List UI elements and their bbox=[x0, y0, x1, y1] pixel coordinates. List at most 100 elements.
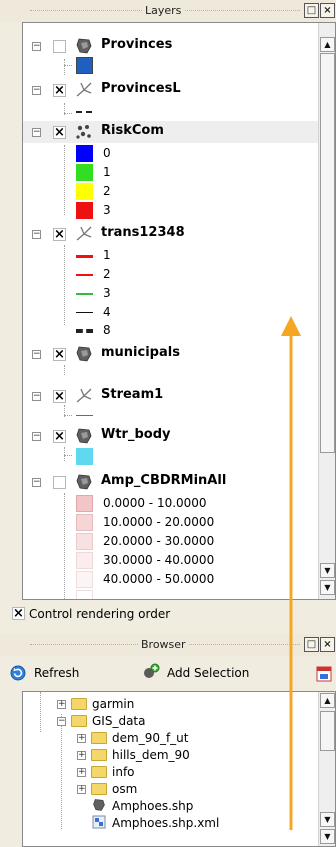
legend-label: 1 bbox=[103, 248, 111, 262]
tree-item-label: Amphoes.shp bbox=[112, 799, 194, 813]
riskcom-legend-swatch bbox=[76, 183, 93, 200]
layer-name: Wtr_body bbox=[101, 427, 171, 442]
collapse-icon[interactable]: − bbox=[32, 230, 41, 239]
control-rendering-order-label: Control rendering order bbox=[29, 607, 171, 621]
layer-visibility-checkbox[interactable]: × bbox=[53, 126, 66, 139]
browser-scrollbar[interactable]: ▲ ▼ ▼ bbox=[318, 692, 335, 846]
collapse-all-icon[interactable] bbox=[316, 666, 332, 682]
amp-legend-swatch bbox=[76, 552, 93, 569]
refresh-icon bbox=[10, 665, 26, 681]
folder-icon bbox=[91, 766, 107, 778]
amp-legend-swatch bbox=[76, 571, 93, 588]
scroll-down-icon[interactable]: ▼ bbox=[320, 563, 335, 578]
collapse-icon[interactable]: − bbox=[32, 478, 41, 487]
tree-item-label: hills_dem_90 bbox=[112, 748, 190, 762]
amp-legend-swatch bbox=[76, 533, 93, 550]
legend-label: 8 bbox=[103, 323, 111, 337]
scroll-thumb[interactable] bbox=[320, 53, 335, 453]
scroll-thumb[interactable] bbox=[320, 711, 335, 751]
control-rendering-order-checkbox[interactable]: × bbox=[12, 607, 25, 620]
close-button[interactable]: × bbox=[320, 637, 335, 652]
stream-legend-line bbox=[76, 415, 93, 416]
tree-item-label: garmin bbox=[92, 697, 135, 711]
line-layer-icon bbox=[76, 226, 92, 241]
line-layer-icon bbox=[76, 388, 92, 403]
expand-icon[interactable]: + bbox=[77, 768, 86, 777]
scroll-up-icon[interactable]: ▲ bbox=[320, 37, 335, 52]
layer-visibility-checkbox[interactable] bbox=[53, 40, 66, 53]
layers-scrollbar[interactable]: ▲ ▼ ▼ bbox=[318, 23, 335, 599]
folder-icon bbox=[71, 698, 87, 710]
expand-icon[interactable]: + bbox=[77, 785, 86, 794]
trans-legend-line bbox=[76, 329, 93, 333]
browser-titlebar[interactable]: Browser □ × bbox=[0, 634, 336, 656]
legend-label: 40.0000 - 50.0000 bbox=[103, 572, 215, 586]
trans-legend-line bbox=[76, 255, 93, 258]
layer-name: Amp_CBDRMinAll bbox=[101, 473, 227, 488]
provincesl-legend-line bbox=[76, 111, 92, 113]
provinces-legend-swatch bbox=[76, 57, 93, 74]
riskcom-legend-swatch bbox=[76, 145, 93, 162]
collapse-icon[interactable]: − bbox=[32, 432, 41, 441]
legend-label: 1 bbox=[103, 165, 111, 179]
layers-tree[interactable]: − Provinces − × ProvincesL − × RiskCom 0… bbox=[22, 22, 336, 600]
browser-toolbar: Refresh Add Selection bbox=[0, 658, 336, 688]
collapse-icon[interactable]: − bbox=[57, 717, 66, 726]
add-layer-icon bbox=[144, 663, 160, 678]
close-button[interactable]: × bbox=[320, 3, 335, 18]
layer-visibility-checkbox[interactable]: × bbox=[53, 430, 66, 443]
scroll-down-icon[interactable]: ▼ bbox=[320, 829, 335, 844]
expand-icon[interactable]: + bbox=[77, 734, 86, 743]
wtr-legend-swatch bbox=[76, 448, 93, 465]
layer-name: RiskCom bbox=[101, 123, 164, 138]
layer-row-riskcom[interactable]: − × RiskCom bbox=[23, 121, 319, 143]
legend-label: 0 bbox=[103, 146, 111, 160]
tree-item-label: osm bbox=[112, 782, 138, 796]
legend-label: 10.0000 - 20.0000 bbox=[103, 515, 215, 529]
scroll-down-icon[interactable]: ▼ bbox=[320, 580, 335, 595]
folder-icon bbox=[91, 749, 107, 761]
layer-visibility-checkbox[interactable]: × bbox=[53, 348, 66, 361]
layer-name: Provinces bbox=[101, 37, 173, 52]
folder-icon bbox=[91, 783, 107, 795]
collapse-icon[interactable]: − bbox=[32, 350, 41, 359]
browser-tree[interactable]: + garmin − GIS_data + dem_90_f_ut + hill… bbox=[22, 691, 336, 847]
polygon-layer-icon bbox=[76, 428, 92, 444]
polygon-layer-icon bbox=[93, 799, 105, 811]
metadata-file-icon bbox=[92, 815, 106, 829]
expand-icon[interactable]: + bbox=[77, 751, 86, 760]
collapse-icon[interactable]: − bbox=[32, 392, 41, 401]
scroll-up-icon[interactable]: ▲ bbox=[320, 693, 335, 708]
collapse-icon[interactable]: − bbox=[32, 128, 41, 137]
polygon-layer-icon bbox=[76, 38, 92, 54]
float-button[interactable]: □ bbox=[304, 3, 319, 18]
trans-legend-line bbox=[76, 312, 93, 313]
expand-icon[interactable]: + bbox=[57, 700, 66, 709]
refresh-label: Refresh bbox=[34, 666, 80, 680]
legend-label: 3 bbox=[103, 286, 111, 300]
legend-label: 30.0000 - 40.0000 bbox=[103, 553, 215, 567]
folder-open-icon bbox=[71, 715, 87, 727]
scroll-down-icon[interactable]: ▼ bbox=[320, 812, 335, 827]
float-button[interactable]: □ bbox=[304, 637, 319, 652]
layer-visibility-checkbox[interactable]: × bbox=[53, 84, 66, 97]
tree-item-label: Amphoes.shp.xml bbox=[112, 816, 220, 830]
point-layer-icon bbox=[76, 125, 91, 139]
browser-title: Browser bbox=[138, 638, 189, 651]
layer-visibility-checkbox[interactable]: × bbox=[53, 228, 66, 241]
riskcom-legend-swatch bbox=[76, 164, 93, 181]
collapse-icon[interactable]: − bbox=[32, 42, 41, 51]
amp-legend-swatch bbox=[76, 514, 93, 531]
folder-icon bbox=[91, 732, 107, 744]
amp-legend-swatch bbox=[76, 495, 93, 512]
line-layer-icon bbox=[76, 82, 92, 97]
tree-item-label: dem_90_f_ut bbox=[112, 731, 189, 745]
collapse-icon[interactable]: − bbox=[32, 86, 41, 95]
layers-titlebar[interactable]: Layers □ × bbox=[0, 0, 336, 22]
layer-name: Stream1 bbox=[101, 387, 164, 402]
tree-item-label: GIS_data bbox=[92, 714, 146, 728]
layer-visibility-checkbox[interactable] bbox=[53, 476, 66, 489]
add-selection-label: Add Selection bbox=[167, 666, 250, 680]
trans-legend-line bbox=[76, 293, 93, 295]
layer-visibility-checkbox[interactable]: × bbox=[53, 390, 66, 403]
